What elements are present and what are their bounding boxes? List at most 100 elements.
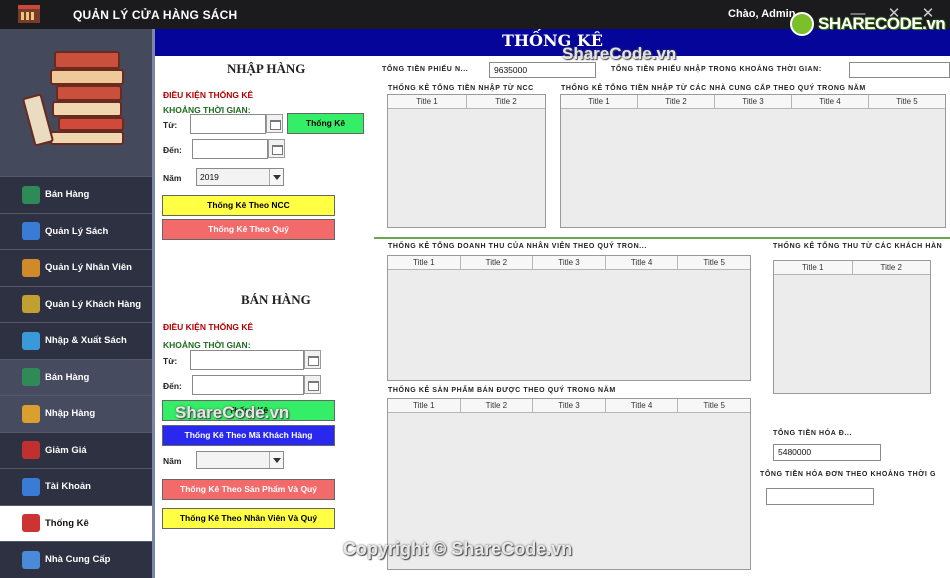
total-import-period-field[interactable] — [849, 62, 950, 78]
sharecode-logo-icon — [790, 12, 814, 36]
sharecode-logo-text: SHARECODE.vn — [818, 14, 946, 33]
sidebar-item-tai-khoan[interactable]: Tài Khoản — [0, 468, 153, 505]
sidebar-item-nha-cung-cap[interactable]: Nhà Cung Cấp — [0, 541, 153, 578]
sales-condition-label: ĐIỀU KIỆN THỐNG KÊ — [163, 322, 254, 332]
calendar-icon[interactable] — [304, 375, 321, 394]
column-header[interactable]: Title 3 — [715, 95, 792, 108]
total-invoice-period-field[interactable] — [766, 488, 874, 505]
sidebar-item-ban-hang[interactable]: Bán Hàng — [0, 176, 153, 213]
sidebar-subitem-ban-hang[interactable]: Bán Hàng — [0, 358, 153, 395]
sidebar-item-quan-ly-khach-hang[interactable]: Quản Lý Khách Hàng — [0, 285, 153, 322]
product-sales-caption: THỐNG KÊ SẢN PHẨM BÁN ĐƯỢC THEO QUÝ TRON… — [388, 387, 616, 394]
sidebar-item-label: Tài Khoản — [45, 481, 91, 493]
sidebar-item-giam-gia[interactable]: Giảm Giá — [0, 431, 153, 468]
stat-by-customer-button[interactable]: Thống Kê Theo Mã Khách Hàng — [162, 425, 335, 446]
total-import-period-label: TỔNG TIỀN PHIẾU NHẬP TRONG KHOẢNG THỜI G… — [611, 66, 822, 73]
watermark-button: ShareCode.vn — [175, 403, 290, 422]
supplier-total-table[interactable]: Title 1 Title 2 — [387, 94, 546, 228]
import-to-label: Đến: — [163, 145, 182, 155]
book-icon — [22, 222, 40, 241]
staff-icon — [22, 258, 40, 277]
sidebar-nav: Bán Hàng Quản Lý Sách Quản Lý Nhân Viên … — [0, 176, 153, 578]
import-year-label: Năm — [163, 173, 182, 183]
sidebar-item-label: Quản Lý Khách Hàng — [45, 298, 142, 310]
app-title: QUẢN LÝ CỬA HÀNG SÁCH — [73, 8, 238, 22]
discount-icon — [22, 441, 40, 460]
column-header[interactable]: Title 3 — [533, 256, 606, 269]
account-icon — [22, 477, 40, 496]
sales-to-date-field[interactable] — [192, 375, 304, 395]
column-header[interactable]: Title 1 — [388, 256, 461, 269]
supplier-icon — [22, 550, 40, 569]
sidebar-subitem-nhap-hang[interactable]: Nhập Hàng — [0, 395, 153, 432]
import-section-title: NHẬP HÀNG — [227, 61, 306, 76]
column-header[interactable]: Title 2 — [638, 95, 715, 108]
calendar-icon[interactable] — [304, 350, 321, 369]
sidebar-item-label: Quản Lý Nhân Viên — [45, 262, 132, 274]
watermark-header: ShareCode.vn — [562, 44, 677, 63]
stat-by-product-button[interactable]: Thống Kê Theo Sản Phẩm Và Quý — [162, 479, 335, 500]
table-header: Title 1 Title 2 Title 3 Title 4 Title 5 — [388, 256, 750, 270]
table-header: Title 1 Title 2 — [388, 95, 545, 109]
column-header[interactable]: Title 2 — [853, 261, 931, 274]
column-header[interactable]: Title 1 — [561, 95, 638, 108]
chevron-down-icon — [269, 452, 283, 468]
import-year-select[interactable]: 2019 — [196, 168, 284, 186]
sales-year-label: Năm — [163, 456, 182, 466]
import-from-label: Từ: — [163, 120, 178, 130]
sales-to-label: Đến: — [163, 381, 182, 391]
stat-by-employee-button[interactable]: Thống Kê Theo Nhân Viên Và Quý — [162, 508, 335, 529]
sales-period-label: KHOẢNG THỜI GIAN: — [163, 340, 251, 350]
chevron-down-icon — [269, 169, 283, 185]
chart-icon — [22, 514, 40, 533]
sidebar-item-nhap-xuat-sach[interactable]: Nhập & Xuất Sách — [0, 322, 153, 359]
import-to-date-field[interactable] — [192, 139, 268, 159]
import-stat-button[interactable]: Thống Kê — [287, 113, 364, 134]
sidebar-item-label: Giảm Giá — [45, 444, 87, 456]
stat-by-quarter-button[interactable]: Thống Kê Theo Quý — [162, 219, 335, 240]
transfer-icon — [22, 331, 40, 350]
column-header[interactable]: Title 2 — [461, 256, 534, 269]
calendar-icon[interactable] — [268, 139, 285, 158]
store-icon — [18, 5, 40, 23]
sidebar-item-quan-ly-nhan-vien[interactable]: Quản Lý Nhân Viên — [0, 249, 153, 286]
customer-icon — [22, 295, 40, 314]
section-divider — [374, 237, 950, 239]
column-header[interactable]: Title 4 — [606, 256, 679, 269]
sidebar: Bán Hàng Quản Lý Sách Quản Lý Nhân Viên … — [0, 29, 153, 578]
sidebar-item-label: Bán Hàng — [45, 189, 90, 201]
employee-revenue-table[interactable]: Title 1 Title 2 Title 3 Title 4 Title 5 — [387, 255, 751, 381]
sidebar-item-label: Quản Lý Sách — [45, 225, 109, 237]
sidebar-divider — [152, 29, 155, 578]
total-import-field[interactable]: 9635000 — [489, 62, 596, 78]
employee-revenue-caption: THỐNG KÊ TỔNG DOANH THU CỦA NHÂN VIÊN TH… — [388, 243, 647, 250]
customer-total-table[interactable]: Title 1 Title 2 — [773, 260, 931, 394]
column-header[interactable]: Title 4 — [606, 399, 679, 412]
supplier-quarter-table[interactable]: Title 1 Title 2 Title 3 Title 4 Title 5 — [560, 94, 946, 228]
supplier-quarter-caption: THỐNG KÊ TỔNG TIỀN NHẬP TỪ CÁC NHÀ CUNG … — [561, 85, 866, 92]
sales-from-date-field[interactable] — [190, 350, 304, 370]
stat-by-supplier-button[interactable]: Thống Kê Theo NCC — [162, 195, 335, 216]
column-header[interactable]: Title 4 — [792, 95, 869, 108]
sidebar-item-quan-ly-sach[interactable]: Quản Lý Sách — [0, 212, 153, 249]
column-header[interactable]: Title 1 — [388, 95, 467, 108]
calendar-icon[interactable] — [266, 114, 283, 133]
column-header[interactable]: Title 1 — [388, 399, 461, 412]
import-icon — [22, 404, 40, 423]
column-header[interactable]: Title 1 — [774, 261, 853, 274]
greeting-text: Chào, Admin — [728, 8, 796, 20]
sidebar-item-label: Nhà Cung Cấp — [45, 554, 111, 566]
column-header[interactable]: Title 2 — [467, 95, 545, 108]
customer-total-caption: THỐNG KÊ TỔNG THU TỪ CÁC KHÁCH HÀN — [773, 243, 943, 250]
column-header[interactable]: Title 5 — [678, 256, 750, 269]
sidebar-item-label: Bán Hàng — [45, 371, 90, 383]
cart-icon — [22, 368, 40, 387]
import-from-date-field[interactable] — [190, 114, 266, 134]
column-header[interactable]: Title 2 — [461, 399, 534, 412]
column-header[interactable]: Title 5 — [869, 95, 945, 108]
sidebar-item-thong-ke[interactable]: Thống Kê — [0, 504, 153, 541]
column-header[interactable]: Title 3 — [533, 399, 606, 412]
column-header[interactable]: Title 5 — [678, 399, 750, 412]
total-invoice-field[interactable]: 5480000 — [773, 444, 881, 461]
sales-year-select[interactable] — [196, 451, 284, 469]
